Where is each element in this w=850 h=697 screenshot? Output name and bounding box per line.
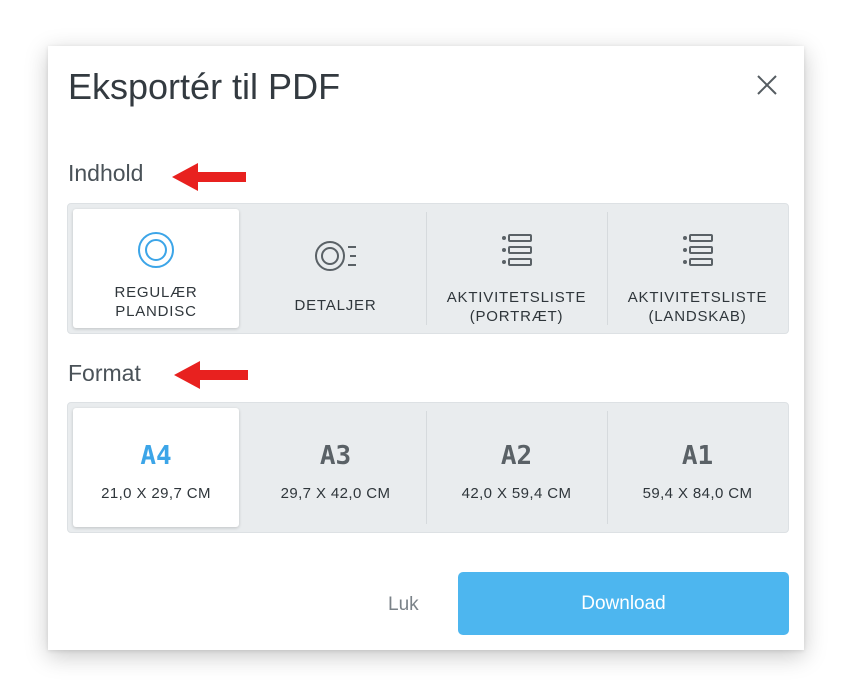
content-option-list-portrait[interactable]: AKTIVITETSLISTE (PORTRÆT) bbox=[426, 204, 607, 333]
close-button[interactable]: Luk bbox=[388, 594, 419, 616]
format-option-a2[interactable]: A2 42,0 X 59,4 CM bbox=[426, 403, 607, 532]
format-size: 29,7 X 42,0 CM bbox=[280, 485, 391, 502]
content-option-list-landscape[interactable]: AKTIVITETSLISTE (LANDSKAB) bbox=[607, 204, 788, 333]
format-name: A1 bbox=[681, 441, 714, 471]
list-icon bbox=[501, 234, 532, 266]
dialog-title: Eksportér til PDF bbox=[68, 66, 341, 107]
format-name: A2 bbox=[500, 441, 533, 471]
format-size: 42,0 X 59,4 CM bbox=[461, 485, 572, 502]
download-button[interactable]: Download bbox=[458, 572, 789, 635]
content-segmented-control: REGULÆR PLANDISC DETALJER AKTIVITETSLIST… bbox=[67, 203, 789, 334]
details-circle-icon bbox=[314, 241, 356, 271]
content-option-regular[interactable]: REGULÆR PLANDISC bbox=[73, 209, 239, 328]
format-section-label: Format bbox=[68, 360, 141, 386]
format-option-a4[interactable]: A4 21,0 X 29,7 CM bbox=[73, 408, 239, 527]
format-name: A3 bbox=[319, 441, 352, 471]
content-option-details[interactable]: DETALJER bbox=[245, 204, 426, 333]
close-icon[interactable] bbox=[754, 72, 780, 98]
format-name: A4 bbox=[140, 441, 172, 471]
content-option-label: DETALJER bbox=[294, 297, 377, 314]
content-option-label: AKTIVITETSLISTE (LANDSKAB) bbox=[627, 289, 768, 325]
annotation-arrow-icon bbox=[172, 163, 246, 191]
content-section-label: Indhold bbox=[68, 160, 144, 186]
export-pdf-dialog: Eksportér til PDF Indhold REGULÆR PLANDI… bbox=[48, 46, 804, 650]
format-segmented-control: A4 21,0 X 29,7 CM A3 29,7 X 42,0 CM A2 4… bbox=[67, 402, 789, 533]
annotation-arrow-icon bbox=[174, 361, 248, 389]
target-circle-icon bbox=[138, 232, 174, 268]
format-size: 21,0 X 29,7 CM bbox=[101, 485, 211, 502]
content-option-label: AKTIVITETSLISTE (PORTRÆT) bbox=[446, 289, 587, 325]
content-option-label: REGULÆR PLANDISC bbox=[114, 284, 198, 320]
format-option-a3[interactable]: A3 29,7 X 42,0 CM bbox=[245, 403, 426, 532]
format-option-a1[interactable]: A1 59,4 X 84,0 CM bbox=[607, 403, 788, 532]
list-icon bbox=[682, 234, 713, 266]
format-size: 59,4 X 84,0 CM bbox=[642, 485, 753, 502]
